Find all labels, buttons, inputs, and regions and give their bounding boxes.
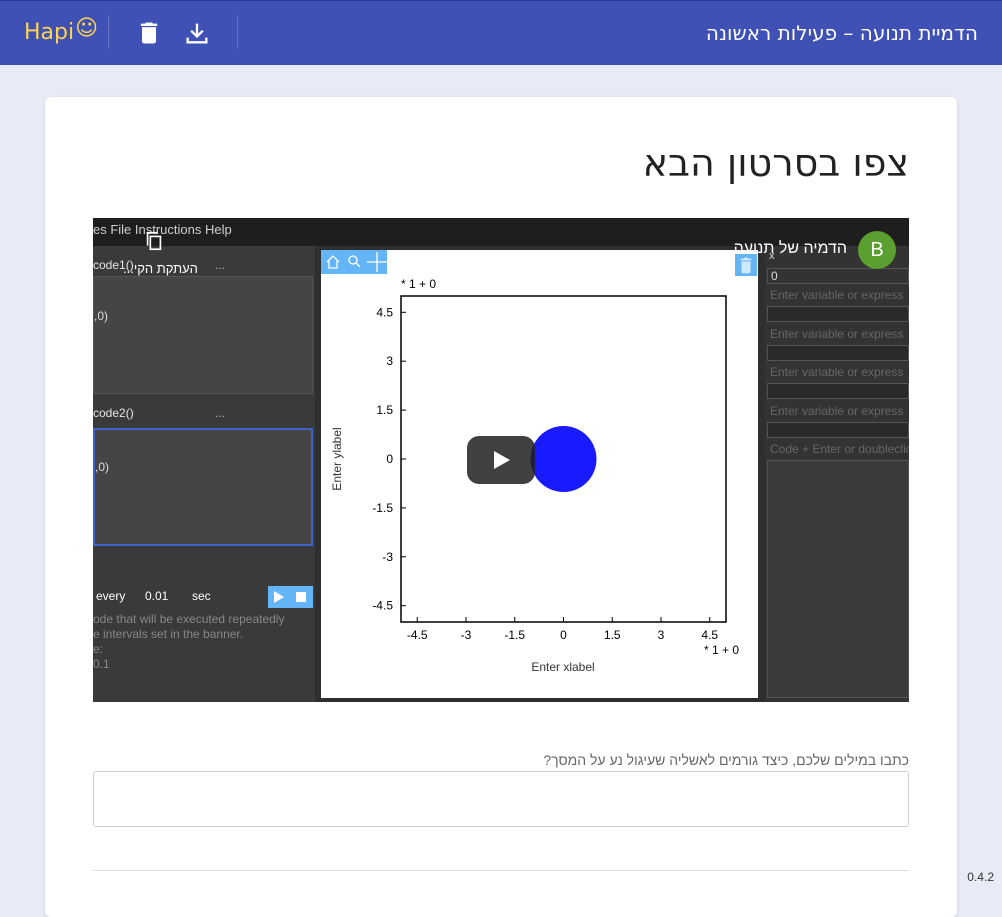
app-header: Hapi☺ הדמיית תנועה – פעילות ראשונה — [0, 0, 1002, 65]
answer-field[interactable] — [93, 771, 909, 827]
var-field-1 — [767, 306, 909, 322]
video-title[interactable]: הדמיה של תנועה — [734, 240, 847, 258]
x-tick-label: 4.5 — [701, 628, 718, 642]
every-value: 0.01 — [145, 589, 169, 603]
logo-text: Hapi — [24, 20, 75, 45]
var-placeholder-3: Enter variable or express — [767, 365, 909, 381]
play-icon — [494, 451, 510, 469]
divider — [93, 870, 909, 871]
y-tick-label: 0 — [386, 452, 393, 466]
activity-card: צפו בסרטון הבא es File Instructions Help… — [45, 97, 957, 917]
x-tick-label: -4.5 — [407, 628, 428, 642]
x-tick-label: 3 — [658, 628, 665, 642]
app-logo[interactable]: Hapi☺ — [24, 15, 98, 51]
app-title: הדמיית תנועה – פעילות ראשונה — [705, 21, 978, 45]
var-field-2 — [767, 345, 909, 361]
plot-chart: * 1 + 0 * 1 + 0 Enter xlabel Enter ylabe… — [330, 277, 739, 674]
smile-icon: ☺ — [75, 16, 99, 41]
run-controls — [268, 586, 313, 608]
x-tick-label: 1.5 — [604, 628, 621, 642]
interval-bar: every 0.01 sec — [93, 584, 313, 608]
var-field-4 — [767, 422, 909, 438]
y-tick-label: -3 — [382, 550, 393, 564]
download-icon — [186, 23, 208, 44]
y-tick-label: -4.5 — [372, 599, 393, 613]
x-tick-label: -1.5 — [504, 628, 525, 642]
plot-right-label: * 1 + 0 — [704, 643, 739, 657]
copy-link-label: העתקת הקי... — [123, 261, 198, 276]
plot-area: * 1 + 0 * 1 + 0 Enter xlabel Enter ylabe… — [321, 250, 758, 698]
every-label: every — [96, 589, 126, 603]
plot-ylabel: Enter ylabel — [330, 427, 344, 490]
y-tick-label: 3 — [386, 354, 393, 368]
code-hint: ode that will be executed repeatedly e i… — [93, 612, 285, 671]
x-field: 0 — [767, 268, 909, 284]
toolbar-divider — [108, 15, 109, 49]
code2-line: ,0) — [95, 460, 110, 474]
play-button[interactable] — [467, 436, 535, 484]
video-player[interactable]: es File Instructions Help code1() ... ,0… — [93, 218, 909, 702]
var-placeholder-4: Enter variable or express — [767, 404, 909, 420]
code2-header: code2() ... — [93, 402, 313, 424]
code1-line: ,0) — [94, 309, 109, 323]
code2-dots: ... — [215, 406, 226, 420]
code2-editor: ,0) — [93, 428, 313, 546]
plot-xlabel: Enter xlabel — [531, 660, 594, 674]
copy-link-icon — [143, 230, 165, 257]
var-placeholder-2: Enter variable or express — [767, 327, 909, 343]
variables-panel: x 0 Enter variable or express Enter vari… — [765, 246, 909, 702]
question-label: כתבו במילים שלכם, כיצד גורמים לאשליה שעי… — [543, 752, 909, 768]
every-unit: sec — [192, 589, 211, 603]
code-console — [767, 460, 909, 698]
delete-button[interactable] — [135, 19, 163, 47]
download-button[interactable] — [183, 19, 211, 47]
plot-circle — [530, 426, 597, 492]
var-field-3 — [767, 383, 909, 399]
channel-avatar[interactable]: B — [858, 231, 896, 269]
var-placeholder-1: Enter variable or express — [767, 288, 909, 304]
page-title: צפו בסרטון הבא — [642, 141, 909, 185]
plot-top-label: * 1 + 0 — [401, 277, 436, 291]
version-label: 0.4.2 — [967, 870, 994, 884]
toolbar-divider — [237, 15, 238, 49]
y-tick-label: 4.5 — [376, 305, 393, 319]
y-tick-label: -1.5 — [372, 501, 393, 515]
trash-icon — [140, 22, 158, 44]
x-tick-label: 0 — [560, 628, 567, 642]
y-tick-label: 1.5 — [376, 403, 393, 417]
play-stop-icon — [274, 591, 306, 603]
code1-editor: ,0) — [93, 276, 313, 394]
x-tick-label: -3 — [461, 628, 472, 642]
code2-title: code2() — [93, 406, 134, 420]
code1-dots: ... — [215, 258, 226, 272]
video-code-panel: code1() ... ,0) code2() ... ,0) every 0.… — [93, 246, 315, 702]
code-placeholder: Code + Enter or doubleclic — [767, 442, 909, 458]
